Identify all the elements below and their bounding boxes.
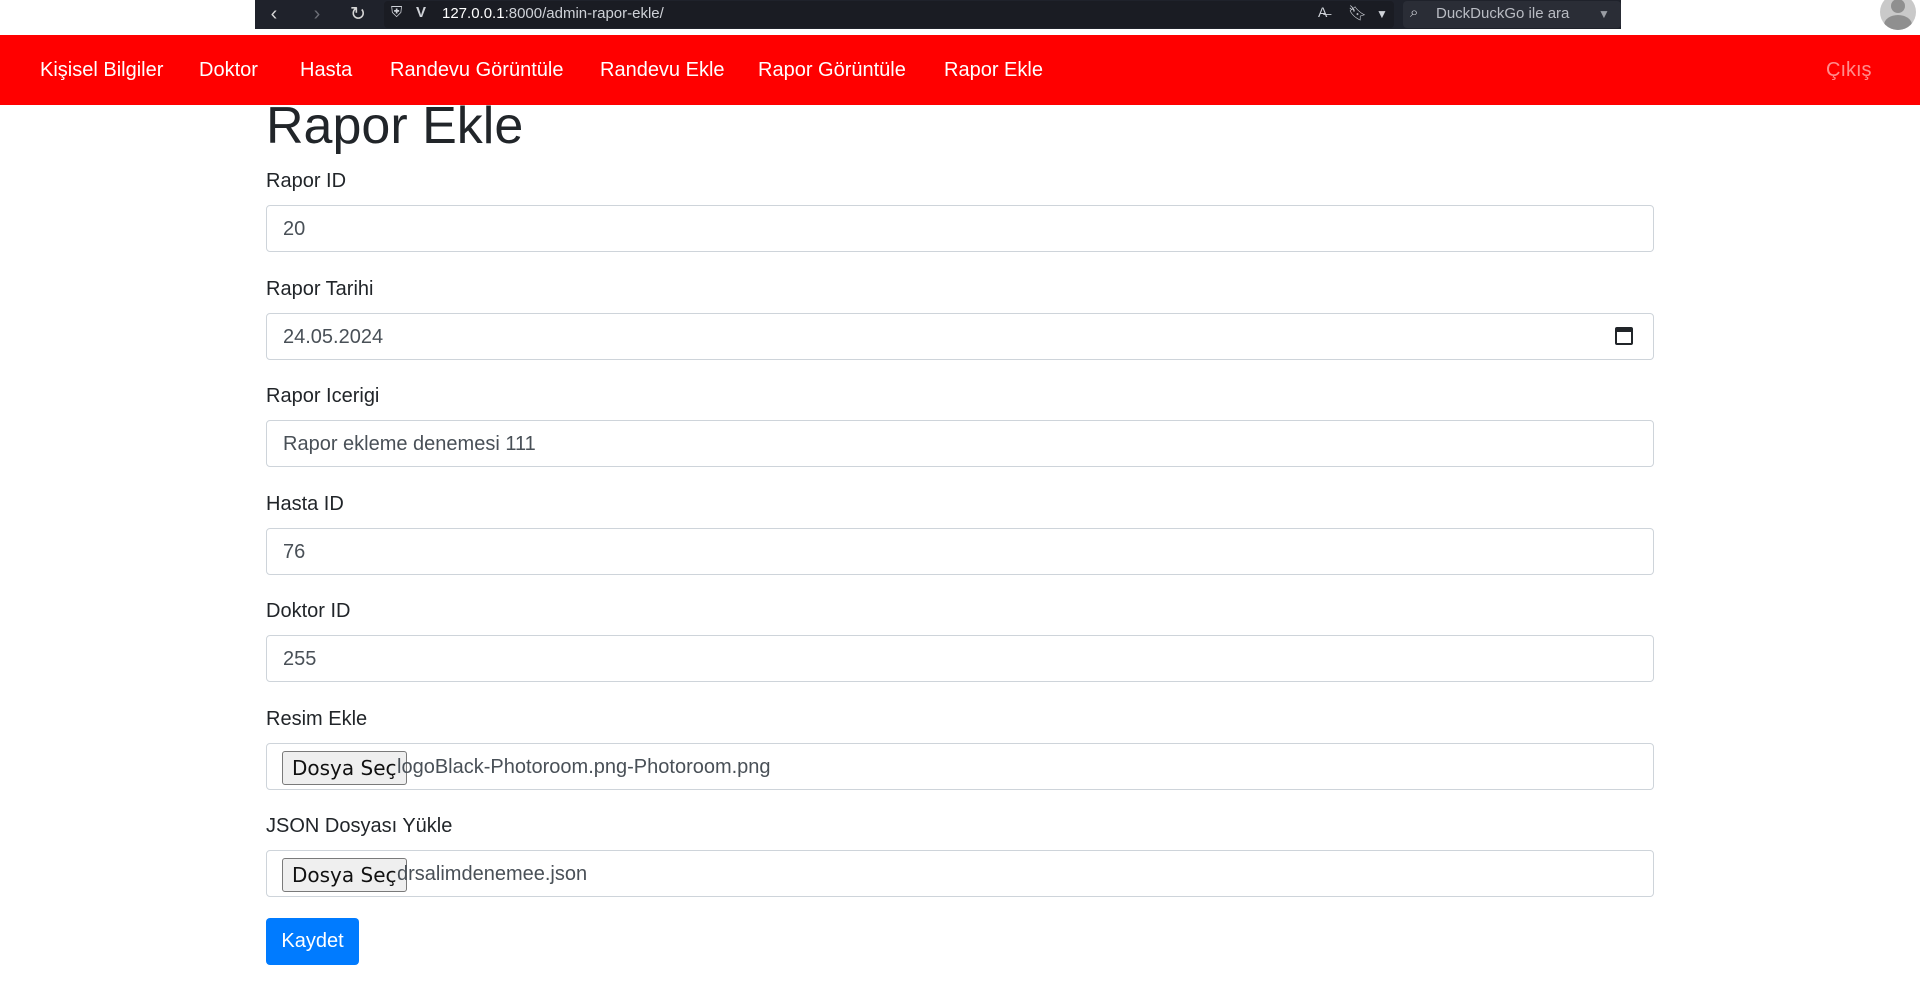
rapor-icerigi-value: Rapor ekleme denemesi 111 — [283, 433, 536, 455]
main-navbar: Kişisel Bilgiler Doktor Hasta Randevu Gö… — [0, 35, 1920, 105]
nav-item-randevu-goruntule[interactable]: Randevu Görüntüle — [390, 59, 563, 82]
hasta-id-value: 76 — [283, 541, 306, 563]
nav-item-rapor-goruntule[interactable]: Rapor Görüntüle — [758, 59, 906, 82]
resim-file-name: logoBlack-Photoroom.png-Photoroom.png — [397, 756, 771, 778]
json-choose-file-button[interactable]: Dosya Seç — [282, 858, 407, 892]
nav-item-rapor-ekle[interactable]: Rapor Ekle — [944, 59, 1043, 82]
hasta-id-input[interactable]: 76 — [266, 528, 1654, 575]
resim-choose-file-button[interactable]: Dosya Seç — [282, 751, 407, 785]
forward-icon[interactable]: › — [304, 2, 330, 26]
nav-item-hasta[interactable]: Hasta — [300, 59, 352, 82]
nav-item-doktor[interactable]: Doktor — [199, 59, 258, 82]
site-info-icon[interactable]: V — [416, 4, 426, 21]
translate-icon[interactable]: A̶ — [1318, 4, 1327, 20]
url-text: 127.0.0.1:8000/admin-rapor-ekle/ — [442, 5, 664, 22]
rapor-tarihi-input[interactable]: 24.05.2024 — [266, 313, 1654, 360]
rapor-id-input[interactable]: 20 — [266, 205, 1654, 252]
browser-toolbar: ‹ › ↻ ⛨ V 127.0.0.1:8000/admin-rapor-ekl… — [0, 0, 1920, 35]
calendar-icon[interactable] — [1615, 327, 1633, 345]
search-engine-dropdown-icon[interactable]: ▼ — [1598, 7, 1610, 21]
json-yukle-label: JSON Dosyası Yükle — [266, 815, 453, 837]
reload-icon[interactable]: ↻ — [345, 2, 371, 26]
doktor-id-label: Doktor ID — [266, 600, 351, 622]
back-icon[interactable]: ‹ — [261, 2, 287, 26]
doktor-id-input[interactable]: 255 — [266, 635, 1654, 682]
rapor-icerigi-input[interactable]: Rapor ekleme denemesi 111 — [266, 420, 1654, 467]
page-title: Rapor Ekle — [266, 97, 524, 155]
rapor-id-label: Rapor ID — [266, 170, 347, 192]
bookmark-icon[interactable]: 🔖︎ — [1348, 4, 1367, 22]
rapor-icerigi-label: Rapor Icerigi — [266, 385, 380, 407]
search-placeholder: DuckDuckGo ile ara — [1436, 5, 1570, 22]
resim-ekle-label: Resim Ekle — [266, 708, 368, 730]
url-host: 127.0.0.1 — [442, 5, 505, 22]
save-button[interactable]: Kaydet — [266, 918, 359, 965]
rapor-tarihi-label: Rapor Tarihi — [266, 278, 374, 300]
search-icon: ⌕ — [1410, 4, 1419, 21]
rapor-tarihi-value: 24.05.2024 — [283, 326, 384, 348]
nav-item-randevu-ekle[interactable]: Randevu Ekle — [600, 59, 725, 82]
url-path: :8000/admin-rapor-ekle/ — [504, 5, 664, 22]
hasta-id-label: Hasta ID — [266, 493, 344, 515]
json-yukle-file-input[interactable]: Dosya Seç drsalimdenemee.json — [266, 850, 1654, 897]
doktor-id-value: 255 — [283, 648, 317, 670]
resim-ekle-file-input[interactable]: Dosya Seç logoBlack-Photoroom.png-Photor… — [266, 743, 1654, 790]
nav-item-kisisel-bilgiler[interactable]: Kişisel Bilgiler — [40, 59, 163, 82]
rapor-id-value: 20 — [283, 218, 306, 240]
json-file-name: drsalimdenemee.json — [397, 863, 588, 885]
logout-link[interactable]: Çıkış — [1826, 59, 1872, 82]
profile-avatar[interactable] — [1880, 0, 1916, 30]
shield-icon[interactable]: ⛨ — [391, 4, 402, 21]
dropdown-icon[interactable]: ▼ — [1376, 7, 1388, 21]
